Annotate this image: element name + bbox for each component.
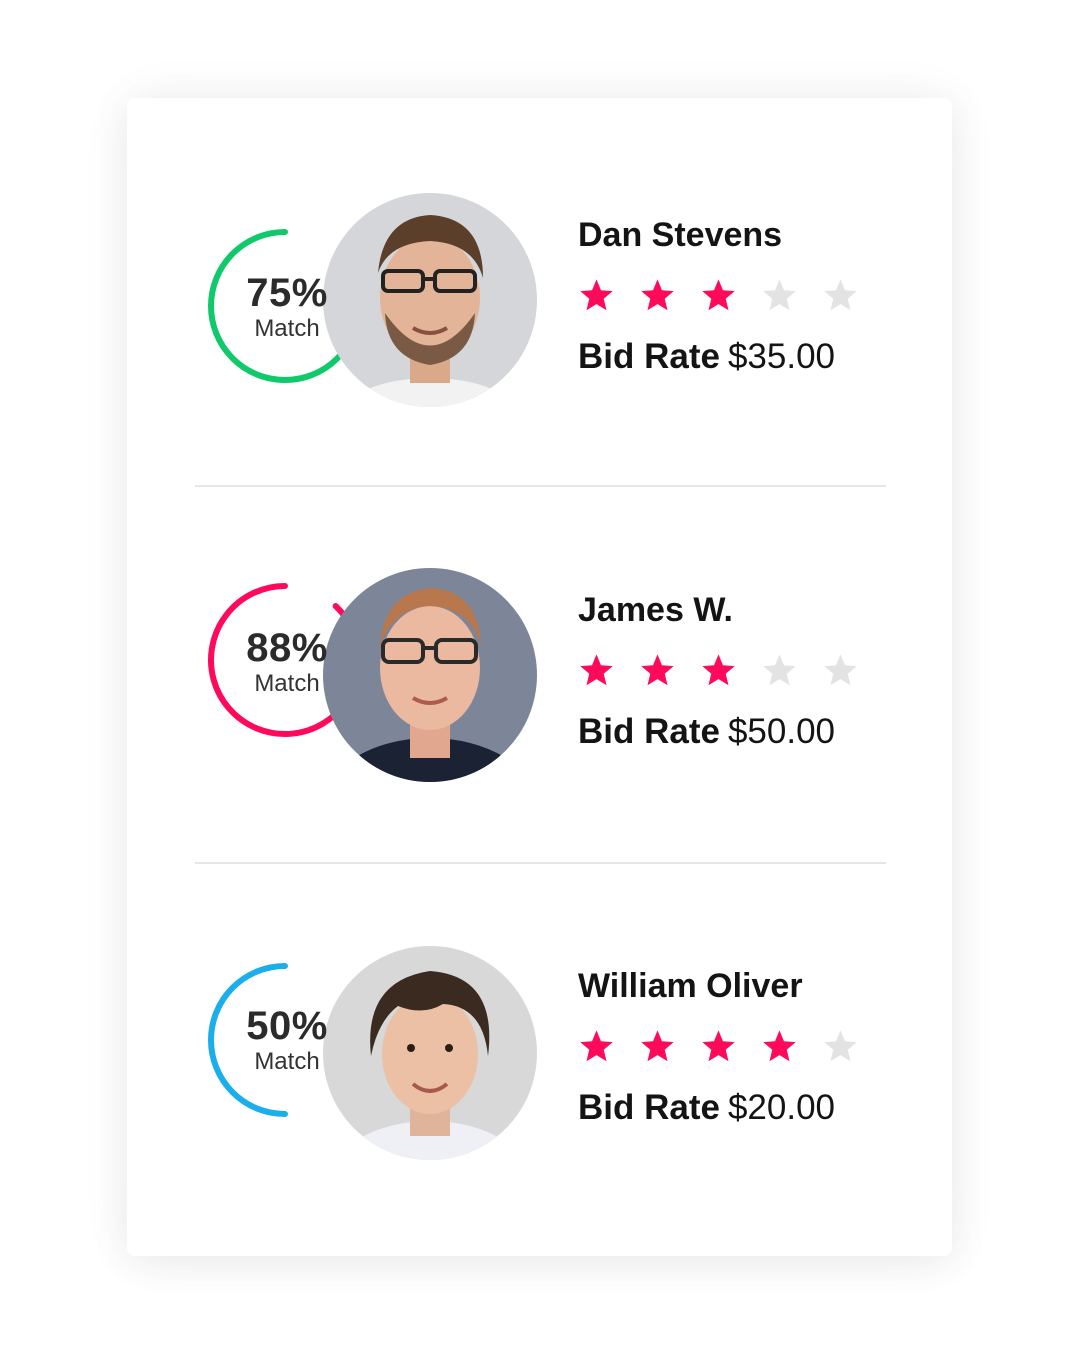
star-empty-icon: [763, 653, 796, 685]
match-percent: 88%: [246, 626, 328, 670]
star-empty-icon: [824, 278, 857, 310]
star-filled-icon: [641, 1029, 674, 1061]
candidate-name: William Oliver: [578, 967, 803, 1005]
avatar: [323, 193, 537, 407]
bid-rate: Bid Rate $50.00: [578, 712, 908, 752]
star-rating: [578, 650, 908, 690]
bid-rate-label: Bid Rate: [578, 337, 720, 376]
divider: [195, 485, 886, 487]
bid-rate: Bid Rate $20.00: [578, 1088, 908, 1128]
bid-rate-label: Bid Rate: [578, 712, 720, 751]
star-filled-icon: [580, 278, 613, 310]
bid-rate-value: $50.00: [727, 712, 836, 751]
match-score: 50% Match: [227, 1004, 347, 1076]
match-label: Match: [254, 1048, 320, 1075]
star-empty-icon: [824, 1029, 857, 1061]
star-filled-icon: [641, 653, 674, 685]
candidate-name: James W.: [578, 591, 733, 629]
match-label: Match: [254, 315, 320, 342]
candidate-info: Dan Stevens Bid Rate $35.00: [578, 215, 908, 377]
candidate-info: James W. Bid Rate $50.00: [578, 590, 908, 752]
match-score: 88% Match: [227, 626, 347, 698]
star-empty-icon: [824, 653, 857, 685]
bid-rate-value: $35.00: [727, 337, 836, 376]
candidate-info: William Oliver Bid Rate $20.00: [578, 966, 908, 1128]
star-filled-icon: [580, 653, 613, 685]
candidate-name: Dan Stevens: [578, 216, 783, 254]
candidate-row[interactable]: 88% Match James W. Bid Rate $50.00: [127, 566, 952, 806]
candidate-row[interactable]: 50% Match William Oliver Bid Rate $20.00: [127, 944, 952, 1184]
star-filled-icon: [641, 278, 674, 310]
bid-rate-value: $20.00: [727, 1088, 836, 1127]
star-empty-icon: [763, 278, 796, 310]
match-percent: 75%: [246, 271, 328, 315]
match-percent: 50%: [246, 1004, 328, 1048]
bid-rate-label: Bid Rate: [578, 1088, 720, 1127]
divider: [195, 862, 886, 864]
star-rating: [578, 275, 908, 315]
star-filled-icon: [702, 653, 735, 685]
star-rating: [578, 1026, 908, 1066]
star-filled-icon: [702, 1029, 735, 1061]
avatar: [323, 946, 537, 1160]
star-filled-icon: [702, 278, 735, 310]
star-filled-icon: [763, 1029, 796, 1061]
match-score: 75% Match: [227, 271, 347, 343]
candidate-row[interactable]: 75% Match Dan Stevens Bid Rate $35.00: [127, 191, 952, 431]
bid-rate: Bid Rate $35.00: [578, 337, 908, 377]
match-label: Match: [254, 670, 320, 697]
avatar: [323, 568, 537, 782]
candidate-card: 75% Match Dan Stevens Bid Rate $35.00 88…: [127, 98, 952, 1256]
star-filled-icon: [580, 1029, 613, 1061]
